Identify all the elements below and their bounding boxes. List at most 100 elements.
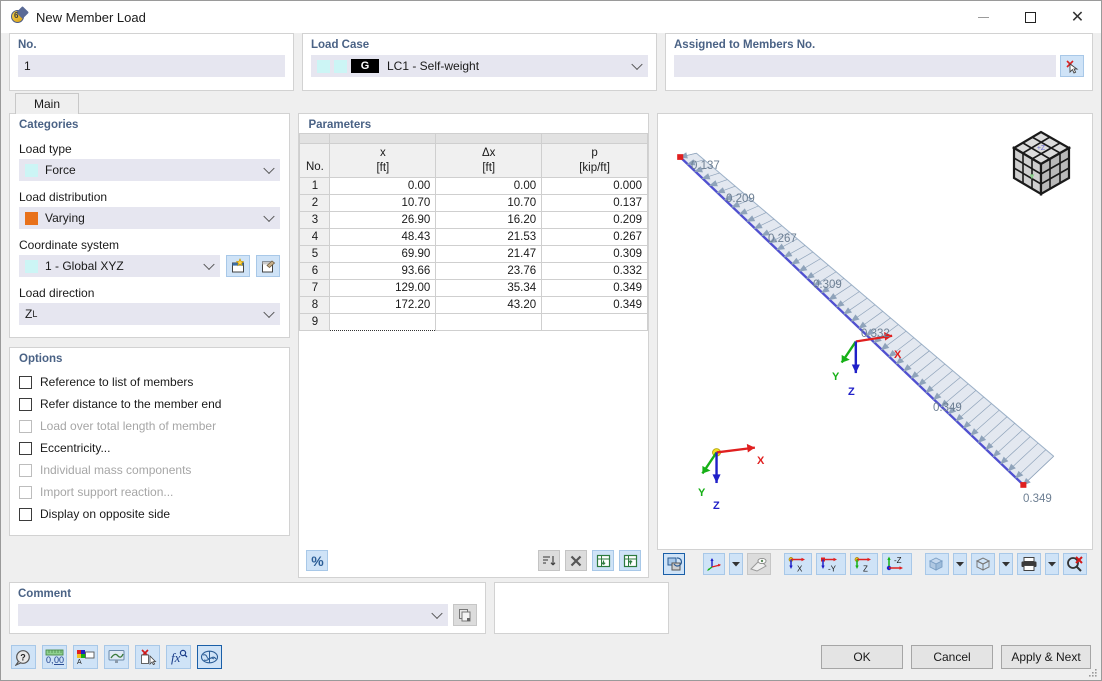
cell-p[interactable]: 0.332: [542, 263, 648, 280]
table-row[interactable]: 1 0.00 0.00 0.000: [300, 178, 648, 195]
column-header-dx[interactable]: Δx [ft]: [436, 144, 542, 178]
load-distribution-color-swatch: [25, 212, 38, 225]
tab-main[interactable]: Main: [15, 93, 79, 114]
table-row[interactable]: 6 93.66 23.76 0.332: [300, 263, 648, 280]
table-row[interactable]: 7 129.00 35.34 0.349: [300, 280, 648, 297]
load-label-5: 0.332: [861, 328, 890, 340]
cell-p[interactable]: 0.349: [542, 297, 648, 314]
axes-dropdown-arrow[interactable]: [729, 553, 743, 575]
cell-p[interactable]: 0.000: [542, 178, 648, 195]
edit-coordinate-system-icon[interactable]: [256, 255, 280, 277]
display-properties-icon[interactable]: A: [73, 645, 98, 669]
load-case-select[interactable]: G LC1 - Self-weight: [311, 55, 648, 77]
new-coordinate-system-icon[interactable]: [226, 255, 250, 277]
cancel-button[interactable]: Cancel: [911, 645, 993, 669]
axes-display-button[interactable]: [703, 553, 725, 575]
print-dropdown-arrow[interactable]: [1045, 553, 1059, 575]
delete-icon[interactable]: [565, 550, 587, 571]
model-viewport[interactable]: 0.137 0.209 0.267 0.309 0.332 0.349 0.34…: [657, 113, 1093, 550]
cell-dx[interactable]: 35.34: [436, 280, 542, 297]
cell-dx[interactable]: 23.76: [436, 263, 542, 280]
printer-icon[interactable]: [1017, 553, 1041, 575]
cell-x[interactable]: [330, 314, 436, 331]
checkbox-icon[interactable]: [19, 508, 32, 521]
rotate-view-button[interactable]: [663, 553, 685, 575]
cell-x[interactable]: 172.20: [330, 297, 436, 314]
render-dropdown-arrow[interactable]: [953, 553, 967, 575]
navigation-cube-icon[interactable]: +Z ▼: [1002, 124, 1080, 205]
pick-members-icon[interactable]: [1060, 55, 1084, 77]
cell-p[interactable]: 0.349: [542, 280, 648, 297]
cell-p[interactable]: 0.209: [542, 212, 648, 229]
load-direction-select[interactable]: ZL: [19, 303, 280, 325]
cell-dx[interactable]: [436, 314, 542, 331]
cell-p[interactable]: [542, 314, 648, 331]
column-header-no[interactable]: No.: [300, 144, 330, 178]
visual-icon[interactable]: [104, 645, 129, 669]
cell-dx[interactable]: 10.70: [436, 195, 542, 212]
cell-dx[interactable]: 16.20: [436, 212, 542, 229]
no-input[interactable]: 1: [18, 55, 285, 77]
column-header-x[interactable]: x [ft]: [330, 144, 436, 178]
cube-dropdown-arrow[interactable]: [999, 553, 1013, 575]
checkbox-icon[interactable]: [19, 376, 32, 389]
table-row[interactable]: 2 10.70 10.70 0.137: [300, 195, 648, 212]
render-mode-button[interactable]: [925, 553, 949, 575]
cell-dx[interactable]: 43.20: [436, 297, 542, 314]
checkbox-icon[interactable]: [19, 442, 32, 455]
table-row[interactable]: 5 69.90 21.47 0.309: [300, 246, 648, 263]
close-button[interactable]: ✕: [1054, 1, 1101, 33]
percent-button[interactable]: %: [306, 550, 328, 571]
cell-x[interactable]: 10.70: [330, 195, 436, 212]
export-table-icon[interactable]: [619, 550, 641, 571]
cell-dx[interactable]: 21.53: [436, 229, 542, 246]
comment-input[interactable]: [18, 604, 448, 626]
units-icon[interactable]: 0, 00: [42, 645, 67, 669]
resize-grip[interactable]: [1088, 667, 1098, 677]
table-row[interactable]: 9: [300, 314, 648, 331]
formula-icon[interactable]: fx: [166, 645, 191, 669]
cell-x[interactable]: 129.00: [330, 280, 436, 297]
maximize-button[interactable]: [1007, 1, 1054, 33]
help-icon[interactable]: ?: [11, 645, 36, 669]
cell-dx[interactable]: 21.47: [436, 246, 542, 263]
cell-p[interactable]: 0.309: [542, 246, 648, 263]
checkbox-icon[interactable]: [19, 398, 32, 411]
cell-x[interactable]: 0.00: [330, 178, 436, 195]
load-distribution-select[interactable]: Varying: [19, 207, 280, 229]
cell-x[interactable]: 26.90: [330, 212, 436, 229]
option-reference-to-list-of-members[interactable]: Reference to list of members: [19, 371, 289, 393]
cell-x[interactable]: 93.66: [330, 263, 436, 280]
assigned-members-input[interactable]: [674, 55, 1056, 77]
coordinate-system-select[interactable]: 1 - Global XYZ: [19, 255, 220, 277]
load-type-select[interactable]: Force: [19, 159, 280, 181]
column-header-p[interactable]: p [kip/ft]: [542, 144, 648, 178]
cell-x[interactable]: 69.90: [330, 246, 436, 263]
option-display-on-opposite-side[interactable]: Display on opposite side: [19, 503, 289, 525]
minimize-button[interactable]: [960, 1, 1007, 33]
ok-button[interactable]: OK: [821, 645, 903, 669]
clear-icon[interactable]: [135, 645, 160, 669]
option-refer-distance-to-member-end[interactable]: Refer distance to the member end: [19, 393, 289, 415]
global-axis-x-label: X: [757, 455, 764, 467]
sort-icon[interactable]: [538, 550, 560, 571]
clear-zoom-icon[interactable]: [1063, 553, 1087, 575]
view-in-z-button[interactable]: Z: [850, 553, 878, 575]
cell-dx[interactable]: 0.00: [436, 178, 542, 195]
cell-x[interactable]: 48.43: [330, 229, 436, 246]
import-table-icon[interactable]: [592, 550, 614, 571]
apply-next-button[interactable]: Apply & Next: [1001, 645, 1091, 669]
cube-icon[interactable]: [971, 553, 995, 575]
view-in-minus-z-button[interactable]: -Z: [882, 553, 912, 575]
view-in-minus-y-button[interactable]: -Y: [816, 553, 846, 575]
copy-comment-icon[interactable]: [453, 604, 477, 626]
cell-p[interactable]: 0.267: [542, 229, 648, 246]
table-row[interactable]: 3 26.90 16.20 0.209: [300, 212, 648, 229]
table-row[interactable]: 4 48.43 21.53 0.267: [300, 229, 648, 246]
cell-p[interactable]: 0.137: [542, 195, 648, 212]
parameters-table[interactable]: No. x [ft] Δx [ft] p [kip/ft]: [299, 133, 648, 331]
view-in-x-button[interactable]: X: [784, 553, 812, 575]
table-row[interactable]: 8 172.20 43.20 0.349: [300, 297, 648, 314]
option-eccentricity[interactable]: Eccentricity...: [19, 437, 289, 459]
brain-icon[interactable]: [197, 645, 222, 669]
